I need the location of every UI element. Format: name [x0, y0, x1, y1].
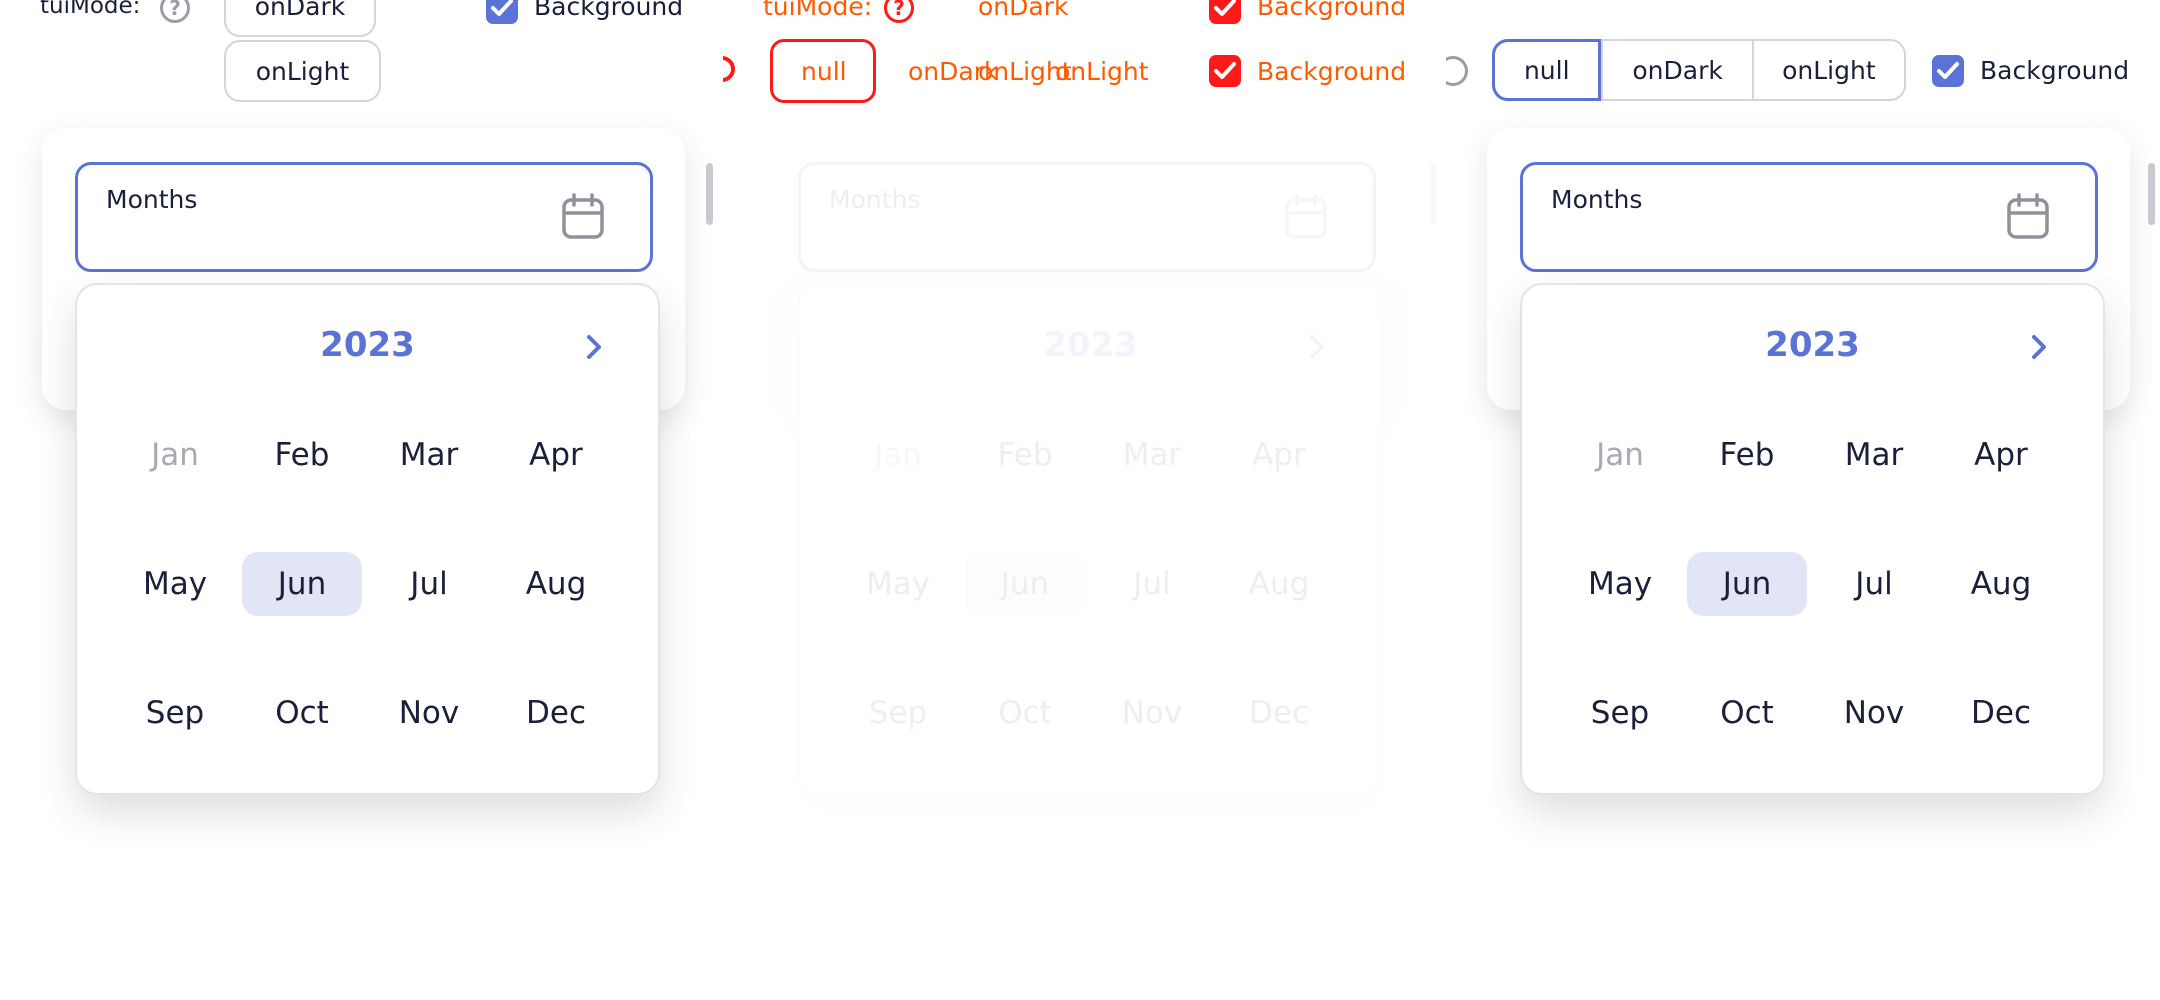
mode-option-ondark[interactable]: onDark: [224, 0, 376, 37]
background-checkbox[interactable]: [1209, 0, 1241, 24]
background-checkbox[interactable]: [1932, 55, 1964, 87]
month-aug[interactable]: Aug: [496, 552, 616, 616]
month-dec[interactable]: Dec: [1219, 681, 1339, 745]
month-nov[interactable]: Nov: [369, 681, 489, 745]
month-jun[interactable]: Jun: [965, 552, 1085, 616]
mode-option-null[interactable]: null: [1492, 39, 1602, 101]
month-dec[interactable]: Dec: [496, 681, 616, 745]
month-jan: Jan: [874, 437, 922, 473]
help-icon[interactable]: [1446, 56, 1468, 86]
month-sep[interactable]: Sep: [838, 681, 958, 745]
chevron-right-icon[interactable]: [2030, 333, 2048, 361]
month-aug[interactable]: Aug: [1941, 552, 2061, 616]
mode-option-null-label: null: [801, 57, 847, 86]
month-feb[interactable]: Feb: [965, 423, 1085, 487]
month-picker-dropdown: 2023 Jan Feb Mar Apr May Jun Jul Aug Sep…: [1520, 283, 2105, 795]
mode-option-ondark[interactable]: onDark: [1601, 41, 1751, 99]
help-icon[interactable]: ?: [160, 0, 190, 23]
month-feb[interactable]: Feb: [242, 423, 362, 487]
help-icon[interactable]: ?: [884, 0, 914, 23]
demo-panel-3: null onDark onLight Background Months 20…: [1446, 0, 2160, 1000]
months-input[interactable]: Months: [75, 162, 653, 272]
month-dec[interactable]: Dec: [1941, 681, 2061, 745]
month-jun[interactable]: Jun: [242, 552, 362, 616]
calendar-icon[interactable]: [561, 193, 605, 241]
mode-option-onlight[interactable]: onLight: [1055, 57, 1149, 86]
month-mar[interactable]: Mar: [369, 423, 489, 487]
mode-segmented-control: null onDark onLight: [1492, 39, 1906, 101]
months-input[interactable]: Months: [798, 162, 1376, 272]
month-sep[interactable]: Sep: [115, 681, 235, 745]
months-input-label: Months: [106, 185, 198, 214]
background-checkbox[interactable]: [1209, 55, 1241, 87]
month-apr[interactable]: Apr: [496, 423, 616, 487]
month-apr[interactable]: Apr: [1219, 423, 1339, 487]
months-input-label: Months: [829, 185, 921, 214]
month-mar[interactable]: Mar: [1092, 423, 1212, 487]
month-jul[interactable]: Jul: [1814, 552, 1934, 616]
scrollbar[interactable]: [706, 163, 713, 225]
tui-mode-label: tuiMode:: [40, 0, 141, 19]
month-may[interactable]: May: [115, 552, 235, 616]
demo-panel-2: Months 2023 Jan Feb Mar Apr May Jun Jul …: [723, 0, 1446, 1000]
month-feb[interactable]: Feb: [1687, 423, 1807, 487]
month-nov[interactable]: Nov: [1814, 681, 1934, 745]
months-input[interactable]: Months: [1520, 162, 2098, 272]
month-mar[interactable]: Mar: [1814, 423, 1934, 487]
month-may[interactable]: May: [838, 552, 958, 616]
month-may[interactable]: May: [1560, 552, 1680, 616]
year-label[interactable]: 2023: [1522, 325, 2103, 365]
months-input-label: Months: [1551, 185, 1643, 214]
mode-option-onlight[interactable]: onLight: [224, 40, 381, 102]
month-jul[interactable]: Jul: [369, 552, 489, 616]
background-label: Background: [1257, 57, 1407, 86]
background-checkbox[interactable]: [486, 0, 518, 24]
background-label: Background: [534, 0, 684, 21]
month-picker-dropdown: 2023 Jan Feb Mar Apr May Jun Jul Aug Sep…: [75, 283, 660, 795]
month-oct[interactable]: Oct: [1687, 681, 1807, 745]
background-label: Background: [1980, 56, 2130, 85]
chevron-right-icon[interactable]: [1308, 333, 1326, 361]
help-icon-fragment: [723, 50, 741, 88]
mode-option-ondark[interactable]: onDark: [978, 0, 1068, 21]
month-jan: Jan: [1596, 437, 1644, 473]
month-jan: Jan: [151, 437, 199, 473]
calendar-icon[interactable]: [1284, 193, 1328, 241]
month-apr[interactable]: Apr: [1941, 423, 2061, 487]
month-sep[interactable]: Sep: [1560, 681, 1680, 745]
month-aug[interactable]: Aug: [1219, 552, 1339, 616]
tui-mode-label: tuiMode:: [763, 0, 873, 21]
mode-option-onlight[interactable]: onLight: [1751, 41, 1904, 99]
month-jul[interactable]: Jul: [1092, 552, 1212, 616]
year-label[interactable]: 2023: [800, 325, 1381, 365]
scrollbar[interactable]: [2148, 163, 2155, 225]
month-oct[interactable]: Oct: [965, 681, 1085, 745]
month-nov[interactable]: Nov: [1092, 681, 1212, 745]
demo-panel-1: tuiMode: ? onDark onLight Background Mon…: [0, 0, 723, 1000]
background-label: Background: [1257, 0, 1407, 21]
month-jun[interactable]: Jun: [1687, 552, 1807, 616]
month-oct[interactable]: Oct: [242, 681, 362, 745]
year-label[interactable]: 2023: [77, 325, 658, 365]
scrollbar[interactable]: [1429, 163, 1436, 225]
chevron-right-icon[interactable]: [585, 333, 603, 361]
calendar-icon[interactable]: [2006, 193, 2050, 241]
month-picker-dropdown: 2023 Jan Feb Mar Apr May Jun Jul Aug Sep…: [798, 283, 1383, 795]
